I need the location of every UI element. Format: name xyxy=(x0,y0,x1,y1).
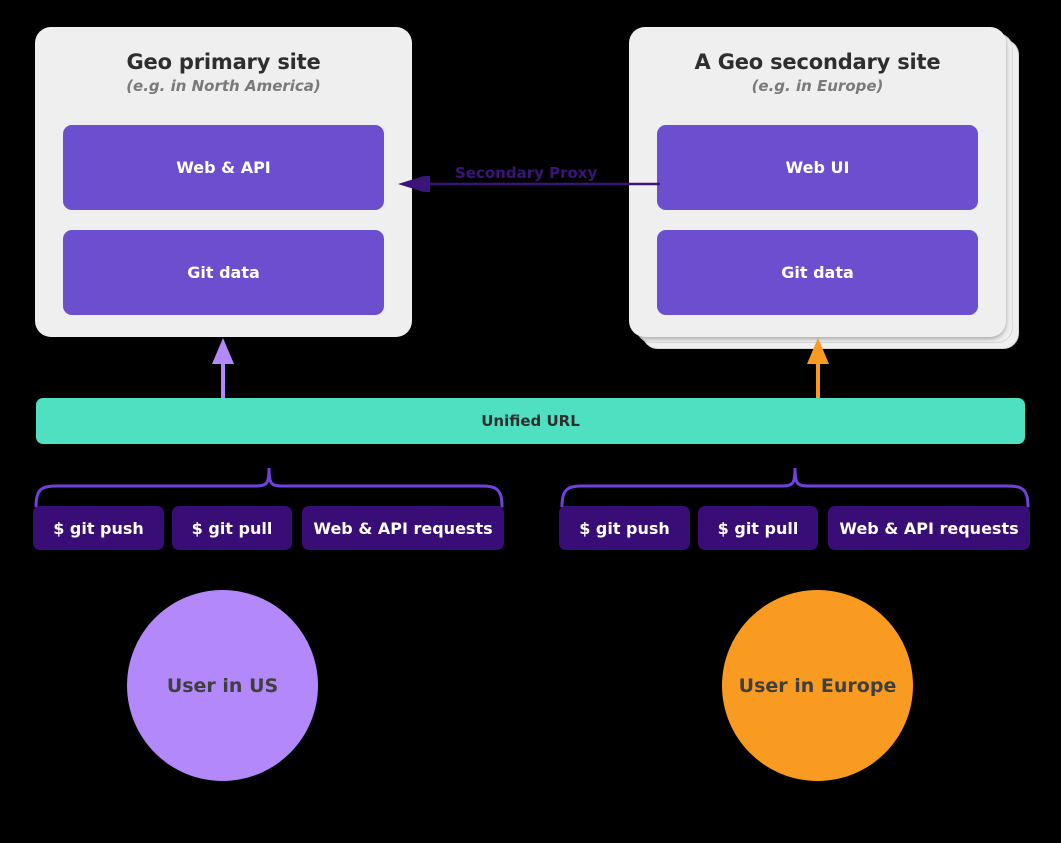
right-chip-git-pull[interactable]: $ git pull xyxy=(698,506,818,550)
left-chip-git-push[interactable]: $ git push xyxy=(33,506,164,550)
right-chip-web-api-requests[interactable]: Web & API requests xyxy=(828,506,1030,550)
unified-url-bar[interactable]: Unified URL xyxy=(36,398,1025,444)
secondary-site-title: A Geo secondary site xyxy=(694,50,941,74)
secondary-proxy-arrow xyxy=(398,176,660,192)
primary-service-web-api[interactable]: Web & API xyxy=(63,125,384,210)
right-chip-git-push[interactable]: $ git push xyxy=(559,506,690,550)
secondary-site-subtitle: (e.g. in Europe) xyxy=(751,77,884,95)
diagram-canvas: Geo primary site (e.g. in North America)… xyxy=(0,0,1061,843)
right-group-brace xyxy=(560,467,1030,508)
user-us-circle[interactable]: User in US xyxy=(127,590,318,781)
left-group-brace xyxy=(34,467,504,508)
unified-url-to-primary-arrow xyxy=(212,338,234,406)
secondary-site-card: A Geo secondary site (e.g. in Europe) We… xyxy=(629,27,1006,337)
user-europe-circle[interactable]: User in Europe xyxy=(722,590,913,781)
primary-service-git-data[interactable]: Git data xyxy=(63,230,384,315)
unified-url-to-secondary-arrow xyxy=(807,338,829,406)
primary-site-subtitle: (e.g. in North America) xyxy=(126,77,321,95)
primary-site-title: Geo primary site xyxy=(126,50,321,74)
left-chip-web-api-requests[interactable]: Web & API requests xyxy=(302,506,504,550)
secondary-service-web-ui[interactable]: Web UI xyxy=(657,125,978,210)
secondary-service-git-data[interactable]: Git data xyxy=(657,230,978,315)
left-chip-git-pull[interactable]: $ git pull xyxy=(172,506,292,550)
primary-site-card: Geo primary site (e.g. in North America)… xyxy=(35,27,412,337)
